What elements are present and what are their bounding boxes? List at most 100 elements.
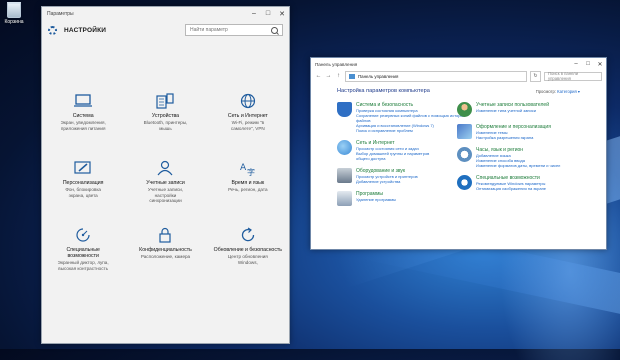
control-panel-window: Панель управления – □ ✕ ← → ↑ Панель упр… — [310, 57, 607, 250]
category-hardware-sound: Оборудование и звук Просмотр устройств и… — [337, 168, 457, 184]
category-column-right: Учетные записи пользователей Изменение т… — [457, 102, 577, 213]
tile-title: Устройства — [151, 113, 180, 119]
category-link[interactable]: Добавление устройства — [356, 179, 418, 184]
category-columns: Система и безопасность Проверка состояни… — [311, 94, 606, 213]
user-accounts-icon — [457, 102, 472, 117]
gear-icon — [48, 25, 57, 35]
search-input[interactable]: Найти параметр — [185, 24, 283, 36]
tile-system[interactable]: Система Экран, уведомления, приложения п… — [42, 93, 124, 160]
category-link[interactable]: Удаление программы — [356, 197, 396, 202]
category-link[interactable]: Изменение типа учетной записи — [476, 108, 549, 113]
control-panel-icon — [349, 73, 355, 79]
tile-title: Персонализация — [62, 180, 104, 186]
search-icon — [271, 26, 278, 34]
settings-titlebar[interactable]: Параметры – □ ✕ — [42, 7, 289, 20]
appearance-icon — [457, 124, 472, 139]
view-by-selector[interactable]: Просмотр: Категория ▾ — [536, 89, 580, 94]
tile-time-language[interactable]: A字 Время и язык Речь, регион, дата — [207, 160, 289, 227]
tile-description: Wi-Fi, режим "в самолете", VPN — [230, 120, 265, 131]
programs-icon — [337, 191, 352, 206]
category-ease-of-access: Специальные возможности Рекомендуемые Wi… — [457, 175, 577, 191]
person-icon — [158, 160, 173, 176]
category-link[interactable]: Оптимизация изображения на экране — [476, 186, 546, 191]
tile-accounts[interactable]: Учетные записи Учетные записи, настройки… — [124, 160, 206, 227]
tile-title: Конфиденциальность — [139, 247, 192, 253]
devices-icon — [156, 93, 175, 109]
window-title: Параметры — [47, 10, 74, 17]
category-network: Сеть и Интернет Просмотр состояния сети … — [337, 140, 457, 161]
category-link[interactable]: общего доступа — [356, 156, 429, 161]
tile-accessibility[interactable]: Специальные возможности Экранный диктор,… — [42, 227, 124, 294]
navigation-bar: ← → ↑ Панель управления ↻ Поиск в панели… — [311, 70, 606, 82]
address-bar[interactable]: Панель управления — [345, 70, 527, 82]
category-user-accounts: Учетные записи пользователей Изменение т… — [457, 102, 577, 117]
category-link[interactable]: Сохранение резервных копий файлов с помо… — [356, 113, 465, 118]
tile-description: Учетные записи, настройки синхронизации — [147, 187, 184, 204]
page-title: Настройка параметров компьютера — [337, 88, 430, 94]
tile-title: Время и язык — [231, 180, 265, 186]
tile-description: Экран, уведомления, приложения питания — [60, 120, 106, 131]
desktop-icon-recycle-bin[interactable]: Корзина — [2, 2, 26, 25]
tile-devices[interactable]: Устройства Bluetooth, принтеры, мышь — [124, 93, 206, 160]
minimize-button[interactable]: – — [570, 58, 582, 70]
view-by-value[interactable]: Категория ▾ — [557, 89, 580, 94]
category-appearance: Оформление и персонализация Изменение те… — [457, 124, 577, 140]
tile-description: Фон, блокировка экрана, цвета — [65, 187, 101, 198]
tile-title: Сеть и Интернет — [227, 113, 268, 119]
settings-category-grid: Система Экран, уведомления, приложения п… — [42, 93, 289, 294]
maximize-button[interactable]: □ — [261, 7, 275, 20]
up-arrow-icon[interactable]: ↑ — [335, 73, 342, 79]
laptop-icon — [74, 94, 93, 107]
clock-region-icon — [457, 147, 472, 162]
back-arrow-icon[interactable]: ← — [315, 73, 322, 79]
settings-window: Параметры – □ ✕ НАСТРОЙКИ Найти параметр… — [41, 6, 290, 344]
accessibility-icon — [76, 228, 90, 242]
tile-title: Специальные возможности — [66, 247, 100, 259]
breadcrumb: Панель управления — [358, 73, 399, 79]
globe-icon — [240, 93, 255, 109]
category-system-security: Система и безопасность Проверка состояни… — [337, 102, 465, 133]
view-by-label: Просмотр: — [535, 88, 556, 94]
control-panel-header: Настройка параметров компьютера Просмотр… — [311, 82, 606, 94]
tile-personalization[interactable]: Персонализация Фон, блокировка экрана, ц… — [42, 160, 124, 227]
desktop-icon-label: Корзина — [4, 19, 24, 25]
control-panel-titlebar[interactable]: Панель управления – □ ✕ — [311, 58, 606, 70]
settings-header: НАСТРОЙКИ Найти параметр — [42, 20, 289, 40]
search-placeholder: Найти параметр — [190, 27, 228, 33]
minimize-button[interactable]: – — [247, 7, 261, 20]
tile-title: Система — [72, 113, 94, 119]
hardware-sound-icon — [337, 168, 352, 183]
search-input[interactable]: Поиск в панели управления — [544, 71, 602, 81]
lock-icon — [159, 227, 172, 243]
tile-update-security[interactable]: Обновление и безопасность Центр обновлен… — [207, 227, 289, 294]
window-title: Панель управления — [315, 61, 358, 67]
tile-description: Экранный диктор, лупа, высокая контрастн… — [57, 260, 109, 271]
security-shield-icon — [337, 102, 352, 117]
category-clock-region: Часы, язык и регион Добавление языка Изм… — [457, 147, 577, 168]
tile-title: Обновление и безопасность — [213, 247, 282, 253]
category-column-left: Система и безопасность Проверка состояни… — [337, 102, 465, 213]
tile-description: Речь, регион, дата — [228, 187, 268, 192]
maximize-button[interactable]: □ — [582, 58, 594, 70]
tile-description: Bluetooth, принтеры, мышь — [143, 120, 188, 131]
category-link[interactable]: Настройка разрешения экрана — [476, 135, 551, 140]
recycle-bin-icon — [7, 2, 21, 18]
close-button[interactable]: ✕ — [275, 7, 289, 20]
close-button[interactable]: ✕ — [594, 58, 606, 70]
tile-network[interactable]: Сеть и Интернет Wi-Fi, режим "в самолете… — [207, 93, 289, 160]
update-icon — [241, 227, 254, 242]
category-link[interactable]: Изменение форматов даты, времени и чисел — [476, 163, 560, 168]
tile-description: Расположение, камера — [140, 254, 191, 259]
forward-arrow-icon[interactable]: → — [325, 73, 332, 79]
network-icon — [337, 140, 352, 155]
svg-text:A: A — [240, 163, 247, 173]
tile-description: Центр обновления Windows, — [227, 254, 268, 265]
category-programs: Программы Удаление программы — [337, 191, 457, 206]
tile-title: Учетные записи — [146, 180, 185, 186]
svg-text:字: 字 — [247, 167, 255, 176]
category-link[interactable]: Поиск и исправление проблем — [356, 128, 465, 133]
refresh-icon[interactable]: ↻ — [530, 70, 541, 82]
page-title: НАСТРОЙКИ — [64, 26, 107, 34]
personalization-icon — [74, 161, 91, 174]
tile-privacy[interactable]: Конфиденциальность Расположение, камера — [124, 227, 206, 294]
